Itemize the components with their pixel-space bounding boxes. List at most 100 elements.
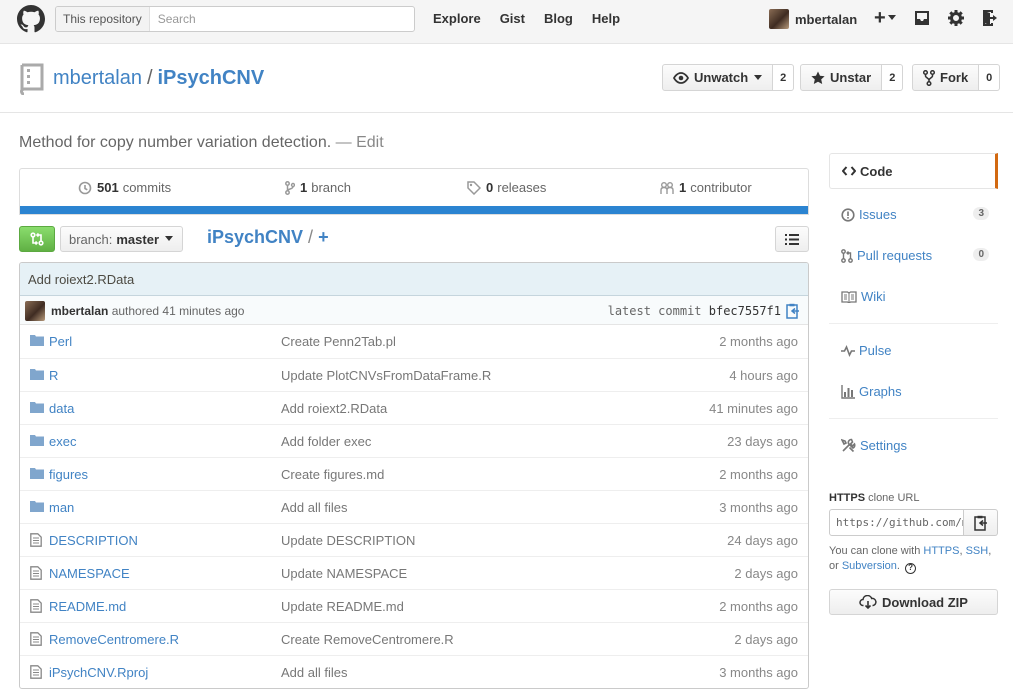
search-input[interactable] (149, 7, 414, 31)
sidebar-item-settings[interactable]: Settings (829, 425, 998, 466)
repo-owner-link[interactable]: mbertalan (53, 67, 142, 89)
releases-label: releases (497, 180, 547, 195)
new-file-button[interactable]: + (318, 227, 329, 247)
file-name-link[interactable]: figures (49, 467, 88, 482)
branches-count: 1 (300, 180, 308, 195)
watchers-count[interactable]: 2 (773, 64, 795, 91)
copy-clone-url-button[interactable] (964, 509, 998, 536)
sidebar-item-code[interactable]: Code (829, 153, 998, 189)
user-menu[interactable]: mbertalan (769, 9, 857, 29)
file-commit-message[interactable]: Add all files (281, 665, 347, 680)
sidebar-item-pulse[interactable]: Pulse (829, 330, 998, 371)
file-name-link[interactable]: data (49, 401, 74, 416)
fork-button[interactable]: Fork (912, 64, 980, 91)
search-scope-label[interactable]: This repository (56, 7, 150, 31)
username-link[interactable]: mbertalan (795, 12, 857, 27)
search-box: This repository (55, 6, 415, 32)
branches-link[interactable]: 1 branch (285, 180, 351, 195)
create-new-button[interactable]: + (874, 8, 896, 28)
watch-pill: Unwatch 2 (662, 64, 795, 91)
commits-link[interactable]: 501 commits (78, 180, 171, 195)
gear-icon[interactable] (948, 10, 964, 26)
sign-out-icon[interactable] (983, 10, 1000, 26)
forks-count[interactable]: 0 (979, 64, 1001, 91)
file-name-link[interactable]: exec (49, 434, 76, 449)
commit-author-link[interactable]: mbertalan (51, 304, 108, 318)
star-icon (811, 71, 825, 84)
branch-select-button[interactable]: branch: master (60, 226, 184, 252)
nav-help-link[interactable]: Help (592, 11, 620, 26)
description-edit-link[interactable]: Edit (356, 134, 384, 151)
inbox-icon[interactable] (914, 10, 930, 26)
file-name-link[interactable]: README.md (49, 599, 126, 614)
clone-help-prefix: You can clone with (829, 545, 921, 557)
file-commit-message[interactable]: Create figures.md (281, 467, 384, 482)
commit-sha-link[interactable]: bfec7557f1 (709, 304, 781, 318)
file-commit-message[interactable]: Update DESCRIPTION (281, 533, 415, 548)
top-nav: Explore Gist Blog Help (433, 11, 639, 26)
file-age: 2 months ago (719, 599, 798, 614)
file-name-link[interactable]: Perl (49, 334, 72, 349)
file-row: iPsychCNV.Rproj Add all files 3 months a… (20, 655, 808, 688)
file-name-link[interactable]: DESCRIPTION (49, 533, 138, 548)
file-commit-message[interactable]: Add folder exec (281, 434, 371, 449)
branches-label: branch (311, 180, 351, 195)
sidebar-divider (829, 418, 998, 419)
sidebar-item-pull-requests[interactable]: Pull requests 0 (829, 235, 998, 276)
contributors-label: contributor (690, 180, 752, 195)
unstar-button[interactable]: Unstar (800, 64, 883, 91)
unstar-label: Unstar (830, 70, 872, 85)
file-commit-message[interactable]: Create Penn2Tab.pl (281, 334, 396, 349)
file-name-link[interactable]: man (49, 500, 74, 515)
question-icon[interactable]: ? (905, 563, 917, 574)
clipboard-icon[interactable] (786, 303, 800, 319)
file-row: NAMESPACE Update NAMESPACE 2 days ago (20, 556, 808, 589)
sidebar-item-graphs[interactable]: Graphs (829, 371, 998, 412)
sidebar-item-wiki[interactable]: Wiki (829, 276, 998, 317)
clone-protocol[interactable]: HTTPS (829, 492, 865, 504)
clone-url-input[interactable]: https://github.com/mbertalan/iPsychCNV.g… (829, 509, 964, 536)
folder-icon (30, 335, 44, 346)
file-name-link[interactable]: NAMESPACE (49, 566, 130, 581)
avatar[interactable] (769, 9, 789, 29)
git-pull-request-icon (841, 248, 853, 263)
pulse-icon (841, 344, 855, 357)
github-logo-icon[interactable] (17, 5, 45, 33)
file-row: man Add all files 3 months ago (20, 490, 808, 523)
clone-https-link[interactable]: HTTPS (923, 545, 959, 557)
language-bar[interactable] (20, 206, 808, 214)
branch-icon (285, 180, 295, 195)
file-commit-message[interactable]: Add all files (281, 500, 347, 515)
stargazers-count[interactable]: 2 (882, 64, 904, 91)
repo-description: Method for copy number variation detecti… (19, 134, 384, 152)
file-commit-message[interactable]: Add roiext2.RData (281, 401, 387, 416)
contributors-link[interactable]: 1 contributor (660, 180, 752, 195)
clone-url-text: clone URL (868, 492, 920, 504)
file-name-link[interactable]: RemoveCentromere.R (49, 632, 179, 647)
unwatch-button[interactable]: Unwatch (662, 64, 774, 91)
compare-button[interactable] (19, 226, 55, 252)
breadcrumb-repo-link[interactable]: iPsychCNV (207, 227, 303, 247)
file-commit-message[interactable]: Create RemoveCentromere.R (281, 632, 454, 647)
nav-blog-link[interactable]: Blog (544, 11, 573, 26)
cloud-download-icon (859, 595, 877, 609)
file-commit-message[interactable]: Update NAMESPACE (281, 566, 407, 581)
avatar[interactable] (25, 301, 45, 321)
clone-subversion-link[interactable]: Subversion (842, 560, 897, 572)
file-name-link[interactable]: R (49, 368, 58, 383)
releases-link[interactable]: 0 releases (467, 180, 546, 195)
sidebar-item-issues[interactable]: Issues 3 (829, 194, 998, 235)
unwatch-label: Unwatch (694, 70, 749, 85)
nav-explore-link[interactable]: Explore (433, 11, 481, 26)
file-commit-message[interactable]: Update README.md (281, 599, 404, 614)
file-commit-message[interactable]: Update PlotCNVsFromDataFrame.R (281, 368, 491, 383)
contributors-count: 1 (679, 180, 687, 195)
file-name-link[interactable]: iPsychCNV.Rproj (49, 665, 148, 680)
nav-gist-link[interactable]: Gist (500, 11, 525, 26)
download-zip-button[interactable]: Download ZIP (829, 589, 998, 615)
clone-ssh-link[interactable]: SSH (966, 545, 989, 557)
repo-name-link[interactable]: iPsychCNV (158, 67, 265, 89)
commit-message-link[interactable]: Add roiext2.RData (28, 272, 134, 287)
list-icon (785, 233, 799, 245)
list-view-button[interactable] (775, 226, 809, 252)
